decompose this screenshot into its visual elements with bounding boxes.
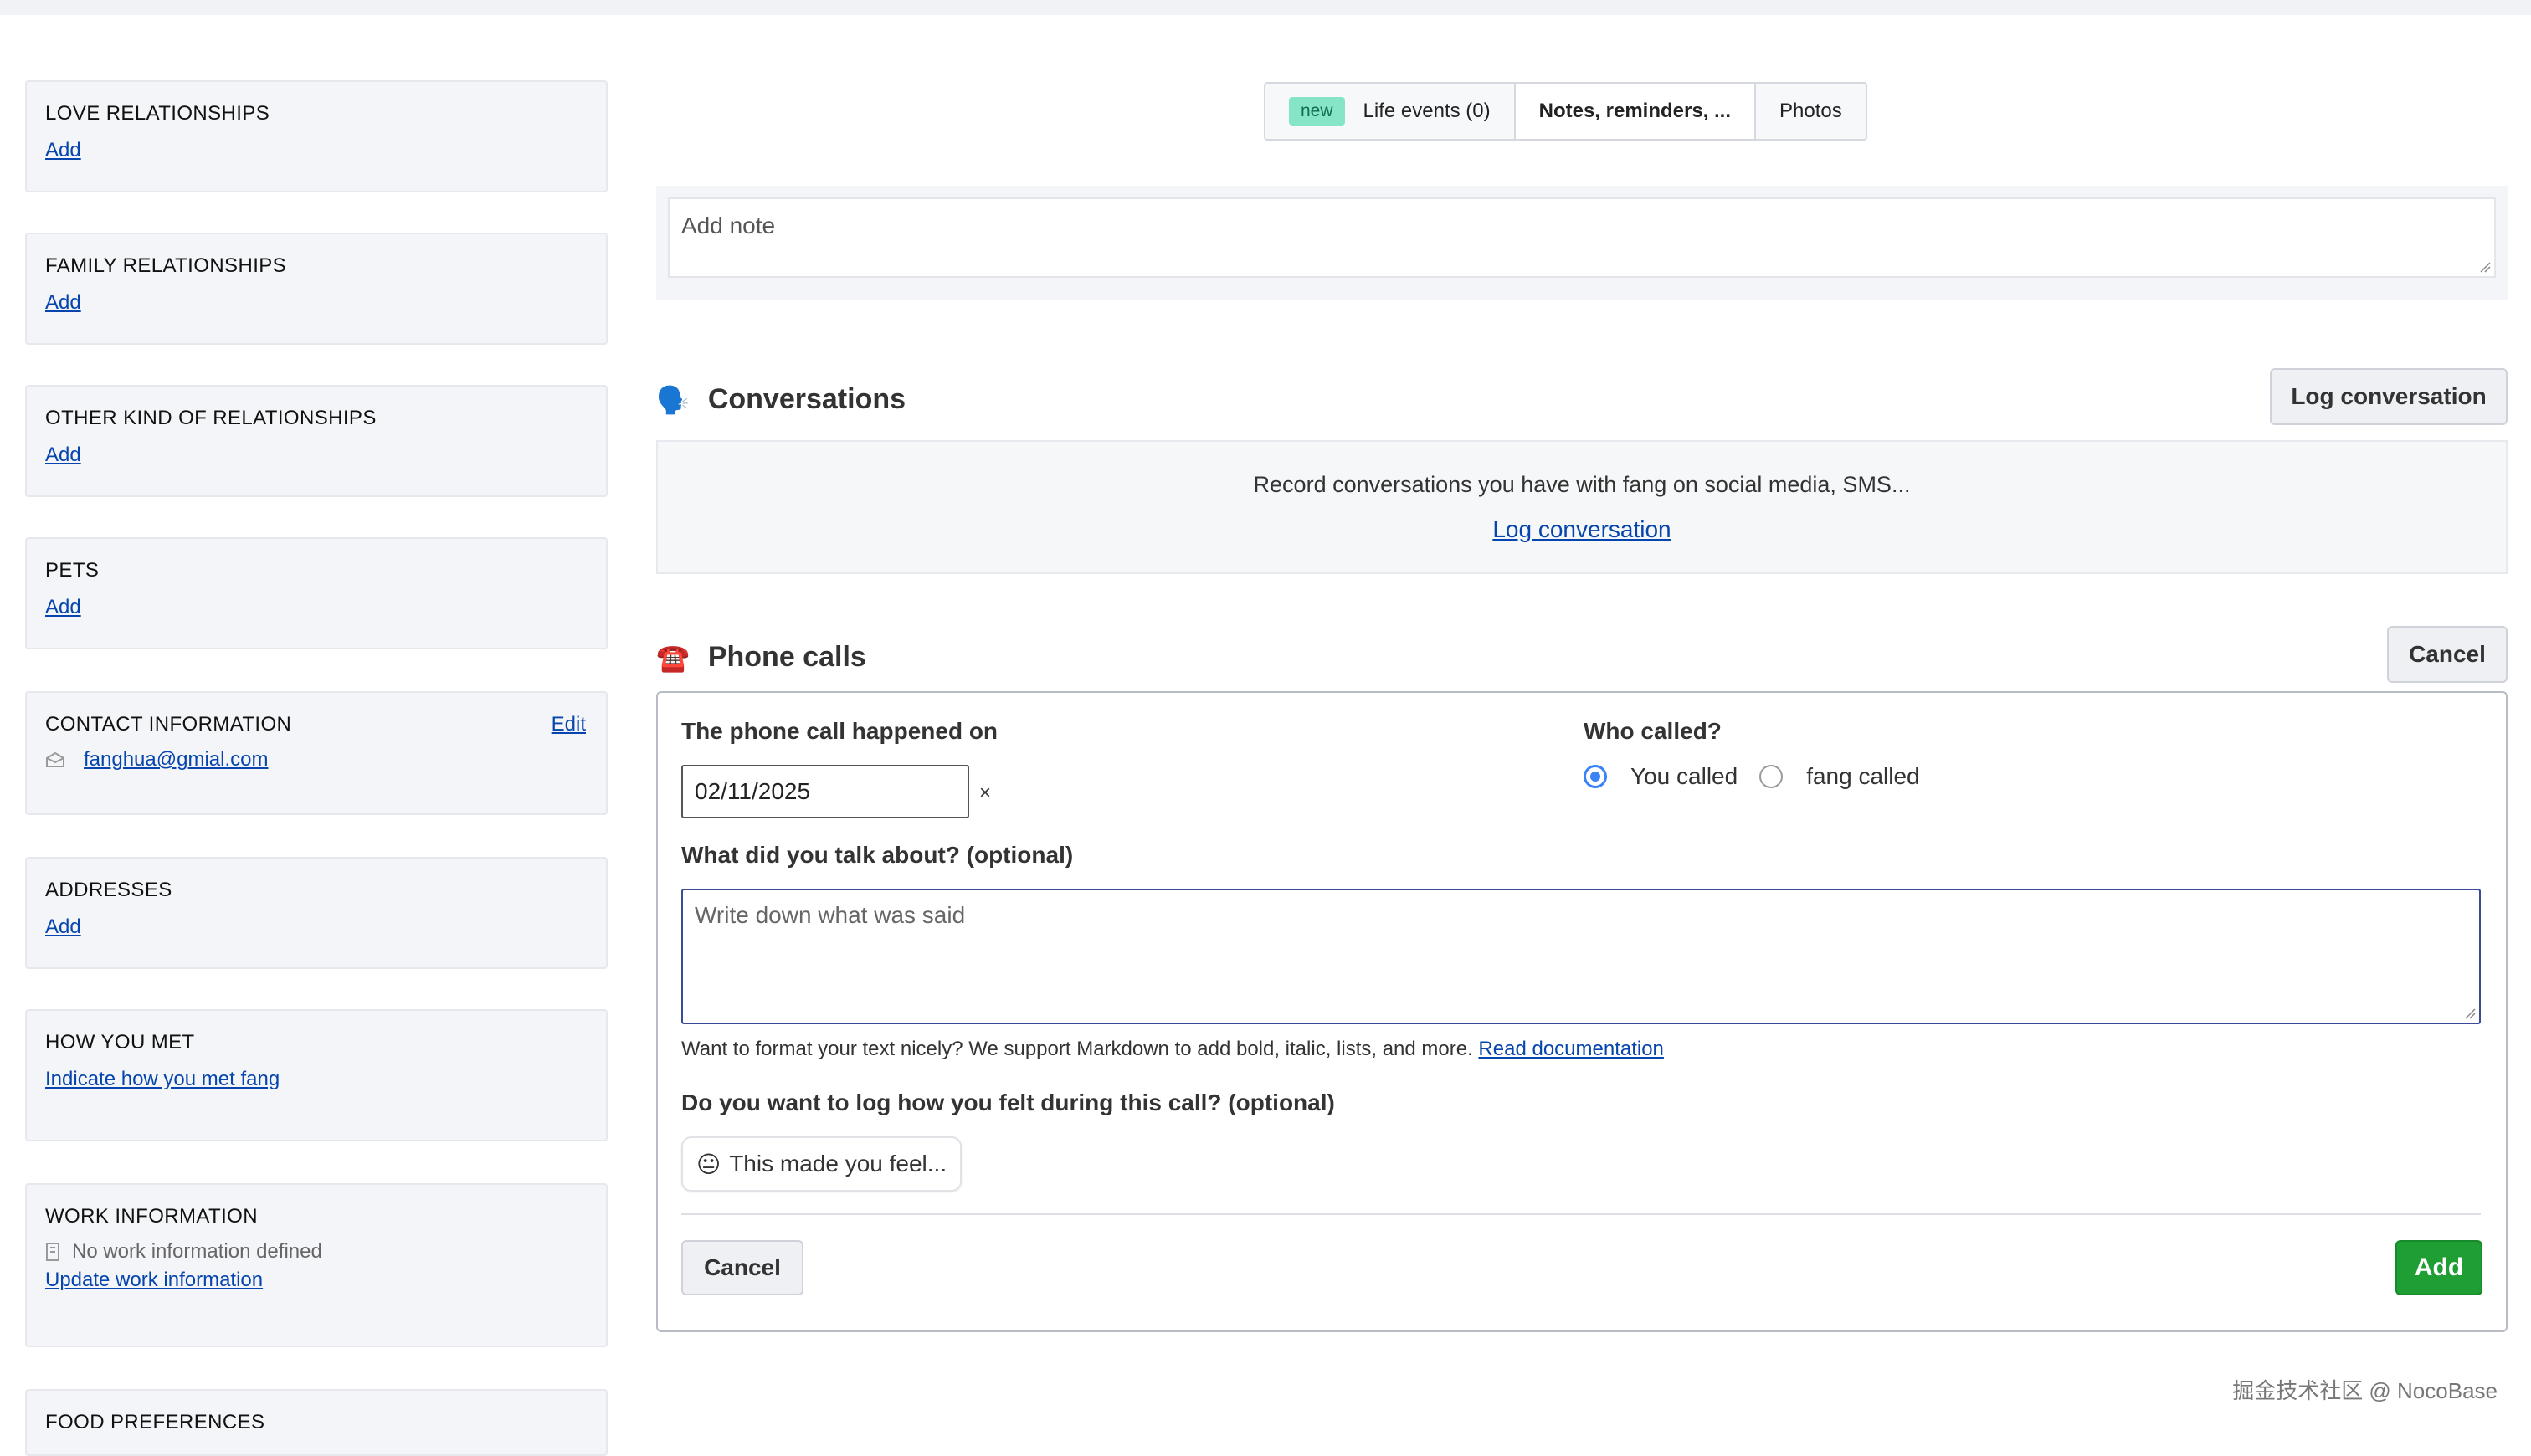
note-placeholder: Add note	[681, 213, 776, 238]
card-title: PETS	[45, 559, 100, 582]
card-title: FOOD PREFERENCES	[45, 1411, 265, 1433]
work-empty-row: No work information defined	[45, 1240, 588, 1264]
how-you-met-card: HOW YOU MET Indicate how you met fang	[25, 1009, 608, 1141]
building-icon	[46, 1243, 59, 1261]
clear-date-icon[interactable]: ×	[979, 782, 991, 805]
conversations-empty-state: Record conversations you have with fang …	[656, 440, 2508, 574]
radio-you-called[interactable]	[1584, 765, 1607, 788]
work-information-card: WORK INFORMATION No work information def…	[25, 1183, 608, 1347]
add-love-relationship-link[interactable]: Add	[45, 139, 81, 162]
tab-bar: new Life events (0) Notes, reminders, ..…	[1264, 82, 1867, 141]
feel-label: Do you want to log how you felt during t…	[681, 1089, 1335, 1115]
conversations-header: 🗣️ Conversations	[656, 383, 906, 416]
log-conversation-link[interactable]: Log conversation	[1492, 516, 1671, 543]
tab-life-events[interactable]: new Life events (0)	[1266, 84, 1516, 139]
markdown-help: Want to format your text nicely? We supp…	[681, 1038, 1664, 1061]
resize-handle-icon[interactable]	[2479, 261, 2491, 273]
talk-label: What did you talk about? (optional)	[681, 842, 1074, 868]
radio-label-you[interactable]: You called	[1630, 763, 1738, 790]
card-title: OTHER KIND OF RELATIONSHIPS	[45, 407, 377, 429]
food-preferences-card: FOOD PREFERENCES	[25, 1389, 608, 1456]
update-work-link[interactable]: Update work information	[45, 1269, 263, 1292]
log-conversation-button[interactable]: Log conversation	[2270, 368, 2508, 425]
tab-notes[interactable]: Notes, reminders, ...	[1515, 84, 1757, 139]
who-called-label: Who called?	[1584, 718, 1722, 744]
contact-information-card: CONTACT INFORMATION Edit fanghua@gmial.c…	[25, 691, 608, 815]
card-title: HOW YOU MET	[45, 1031, 195, 1054]
sidebar: LOVE RELATIONSHIPS Add FAMILY RELATIONSH…	[25, 80, 608, 1456]
new-badge: new	[1289, 97, 1345, 126]
add-pet-link[interactable]: Add	[45, 596, 81, 619]
indicate-how-met-link[interactable]: Indicate how you met fang	[45, 1068, 280, 1091]
phone-calls-header: ☎️ Phone calls	[656, 641, 866, 674]
watermark-text: 掘金技术社区 @ NocoBase	[2232, 1378, 2498, 1403]
date-label: The phone call happened on	[681, 718, 999, 744]
email-link[interactable]: fanghua@gmial.com	[84, 748, 268, 772]
work-empty-text: No work information defined	[72, 1240, 322, 1263]
neutral-face-icon: 😐	[696, 1151, 721, 1177]
card-title: CONTACT INFORMATION	[45, 713, 292, 736]
feeling-button-label: This made you feel...	[729, 1151, 947, 1177]
feeling-button[interactable]: 😐 This made you feel...	[681, 1136, 963, 1192]
other-relationships-card: OTHER KIND OF RELATIONSHIPS Add	[25, 385, 608, 497]
resize-handle-icon[interactable]	[2464, 1007, 2476, 1019]
add-other-relationship-link[interactable]: Add	[45, 443, 81, 467]
edit-contact-link[interactable]: Edit	[552, 713, 586, 736]
tab-photos[interactable]: Photos	[1756, 84, 1866, 139]
tab-label: Notes, reminders, ...	[1538, 100, 1732, 122]
love-relationships-card: LOVE RELATIONSHIPS Add	[25, 80, 608, 192]
speaking-head-icon: 🗣️	[656, 384, 690, 415]
section-title: Conversations	[707, 383, 906, 415]
cancel-top-button[interactable]: Cancel	[2387, 626, 2508, 683]
add-button[interactable]: Add	[2395, 1240, 2482, 1295]
tab-label: Life events (0)	[1363, 100, 1491, 122]
empty-state-text: Record conversations you have with fang …	[1253, 472, 1911, 497]
radio-fang-called[interactable]	[1759, 765, 1784, 788]
card-title: WORK INFORMATION	[45, 1205, 258, 1228]
card-title: FAMILY RELATIONSHIPS	[45, 254, 287, 277]
envelope-icon	[46, 751, 64, 767]
cancel-bottom-button[interactable]: Cancel	[681, 1240, 803, 1295]
telephone-icon: ☎️	[656, 642, 690, 673]
card-title: ADDRESSES	[45, 879, 172, 901]
tab-label: Photos	[1779, 100, 1842, 122]
add-family-relationship-link[interactable]: Add	[45, 291, 81, 315]
pets-card: PETS Add	[25, 537, 608, 649]
radio-label-fang[interactable]: fang called	[1806, 763, 1919, 790]
talk-placeholder: Write down what was said	[695, 902, 966, 928]
phone-call-form: The phone call happened on 02/11/2025 × …	[656, 691, 2508, 1332]
section-title: Phone calls	[707, 641, 866, 673]
card-title: LOVE RELATIONSHIPS	[45, 102, 270, 125]
form-divider	[681, 1213, 2481, 1215]
email-row: fanghua@gmial.com	[45, 748, 588, 772]
read-documentation-link[interactable]: Read documentation	[1478, 1038, 1663, 1060]
add-address-link[interactable]: Add	[45, 915, 81, 939]
note-section: Add note	[656, 186, 2508, 300]
family-relationships-card: FAMILY RELATIONSHIPS Add	[25, 233, 608, 345]
call-date-input[interactable]: 02/11/2025	[681, 765, 969, 818]
addresses-card: ADDRESSES Add	[25, 857, 608, 969]
help-text: Want to format your text nicely? We supp…	[681, 1038, 1473, 1060]
talk-textarea[interactable]: Write down what was said	[681, 889, 2481, 1024]
who-called-radio-group: You called fang called	[1584, 763, 1942, 790]
add-note-input[interactable]: Add note	[668, 197, 2496, 278]
top-bar	[0, 0, 2531, 15]
